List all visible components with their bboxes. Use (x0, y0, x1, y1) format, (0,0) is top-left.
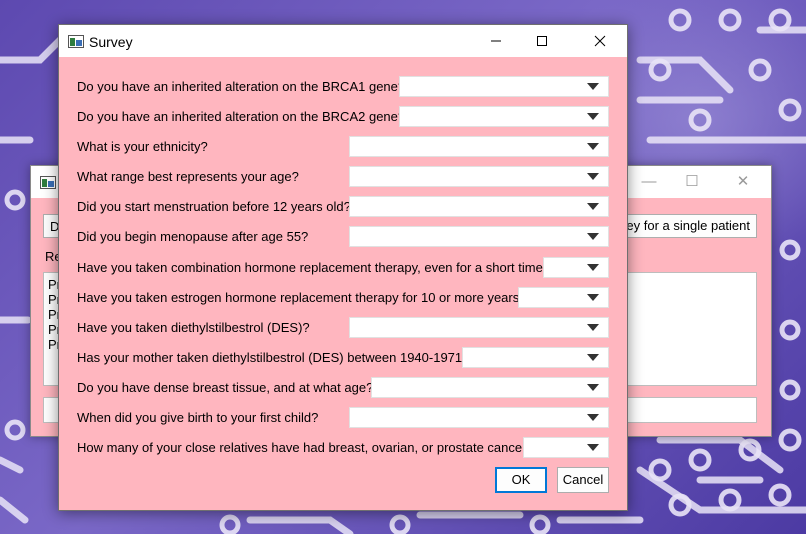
question-label: Did you begin menopause after age 55? (77, 229, 309, 244)
maximize-button[interactable] (519, 25, 565, 57)
question-row-first-birth: When did you give birth to your first ch… (59, 407, 627, 429)
question-row-mother-des: Has your mother taken diethylstilbestrol… (59, 347, 627, 369)
question-label: Have you taken estrogen hormone replacem… (77, 290, 527, 305)
dropdown-arrow-icon (587, 233, 599, 240)
dropdown-arrow-icon (587, 173, 599, 180)
question-label: Do you have dense breast tissue, and at … (77, 380, 374, 395)
maximize-icon[interactable]: ☐ (678, 172, 706, 192)
minimize-icon[interactable]: — (635, 172, 663, 192)
dropdown-arrow-icon (587, 264, 599, 271)
question-label: What range best represents your age? (77, 169, 299, 184)
app-icon (68, 35, 84, 48)
ethnicity-dropdown[interactable] (349, 136, 609, 157)
question-row-age-range: What range best represents your age? (59, 166, 627, 188)
dropdown-arrow-icon (587, 294, 599, 301)
dropdown-arrow-icon (587, 113, 599, 120)
brca1-dropdown[interactable] (399, 76, 609, 97)
mother-des-dropdown[interactable] (462, 347, 609, 368)
question-row-dense-tissue: Do you have dense breast tissue, and at … (59, 377, 627, 399)
question-row-des: Have you taken diethylstilbestrol (DES)? (59, 317, 627, 339)
question-label: Have you taken diethylstilbestrol (DES)? (77, 320, 310, 335)
question-row-menstruation: Did you start menstruation before 12 yea… (59, 196, 627, 218)
question-row-menopause: Did you begin menopause after age 55? (59, 226, 627, 248)
question-label: When did you give birth to your first ch… (77, 410, 319, 425)
dropdown-arrow-icon (587, 354, 599, 361)
dropdown-arrow-icon (587, 324, 599, 331)
menopause-dropdown[interactable] (349, 226, 609, 247)
question-row-close-relatives: How many of your close relatives have ha… (59, 437, 627, 459)
survey-dialog: Survey Do you have an inherited alterati… (58, 24, 628, 511)
titlebar: Survey (59, 25, 627, 57)
first-birth-dropdown[interactable] (349, 407, 609, 428)
dropdown-arrow-icon (587, 384, 599, 391)
survey-single-patient-button[interactable]: vey for a single patient (617, 214, 757, 238)
question-label: How many of your close relatives have ha… (77, 440, 534, 455)
question-row-ethnicity: What is your ethnicity? (59, 136, 627, 158)
ok-button[interactable]: OK (495, 467, 547, 493)
dropdown-arrow-icon (587, 414, 599, 421)
brca2-dropdown[interactable] (399, 106, 609, 127)
des-dropdown[interactable] (349, 317, 609, 338)
dropdown-arrow-icon (587, 143, 599, 150)
dropdown-arrow-icon (587, 83, 599, 90)
dense-tissue-dropdown[interactable] (371, 377, 609, 398)
minimize-icon (491, 40, 501, 42)
question-row-brca1: Do you have an inherited alteration on t… (59, 76, 627, 98)
maximize-icon (537, 36, 547, 46)
cancel-button[interactable]: Cancel (557, 467, 609, 493)
question-label: Did you start menstruation before 12 yea… (77, 199, 351, 214)
question-label: What is your ethnicity? (77, 139, 208, 154)
question-label: Have you taken combination hormone repla… (77, 260, 551, 275)
app-icon (40, 176, 56, 189)
age-range-dropdown[interactable] (349, 166, 609, 187)
close-button[interactable] (577, 25, 623, 57)
minimize-button[interactable] (473, 25, 519, 57)
question-row-brca2: Do you have an inherited alteration on t… (59, 106, 627, 128)
combination-hrt-dropdown[interactable] (543, 257, 609, 278)
close-icon (594, 35, 606, 47)
question-label: Do you have an inherited alteration on t… (77, 79, 406, 94)
dropdown-arrow-icon (587, 444, 599, 451)
dropdown-arrow-icon (587, 203, 599, 210)
question-row-combination-hrt: Have you taken combination hormone repla… (59, 257, 627, 279)
menstruation-dropdown[interactable] (349, 196, 609, 217)
close-icon[interactable]: ✕ (729, 172, 757, 192)
window-title: Survey (89, 34, 133, 50)
question-label: Has your mother taken diethylstilbestrol… (77, 350, 470, 365)
close-relatives-dropdown[interactable] (523, 437, 609, 458)
estrogen-hrt-dropdown[interactable] (518, 287, 609, 308)
question-label: Do you have an inherited alteration on t… (77, 109, 406, 124)
question-row-estrogen-hrt: Have you taken estrogen hormone replacem… (59, 287, 627, 309)
